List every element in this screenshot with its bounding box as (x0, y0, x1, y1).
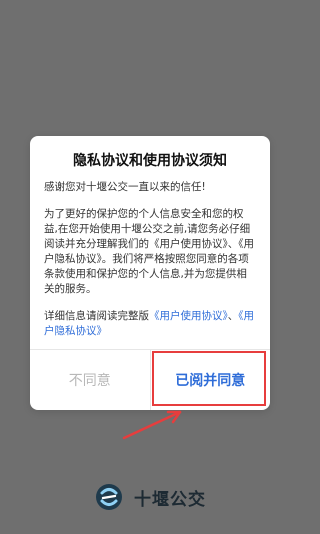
app-brand: 十堰公交 (0, 480, 300, 514)
dialog-title: 隐私协议和使用协议须知 (73, 153, 227, 169)
dialog-paragraph-links: 详细信息请阅读完整版《用户使用协议》、《用户隐私协议》 (44, 309, 256, 339)
bus-logo-icon (94, 482, 124, 512)
dialog-paragraph-notice: 为了更好的保护您的个人信息安全和您的权益,在您开始使用十堰公交之前,请您务必仔细… (44, 208, 254, 295)
usage-agreement-link[interactable]: 《用户使用协议》 (149, 310, 228, 322)
disagree-button[interactable]: 不同意 (30, 350, 151, 410)
agree-button-highlight (152, 351, 266, 406)
link-separator: 、 (227, 310, 239, 322)
dialog-body: 感谢您对十堰公交一直以来的信任! 为了更好的保护您的个人信息安全和您的权益,在您… (30, 180, 270, 339)
dialog-paragraph-thanks: 感谢您对十堰公交一直以来的信任! (44, 181, 206, 193)
brand-name: 十堰公交 (134, 489, 206, 510)
pointer-arrow-icon (122, 410, 182, 440)
details-prefix: 详细信息请阅读完整版 (44, 310, 149, 322)
